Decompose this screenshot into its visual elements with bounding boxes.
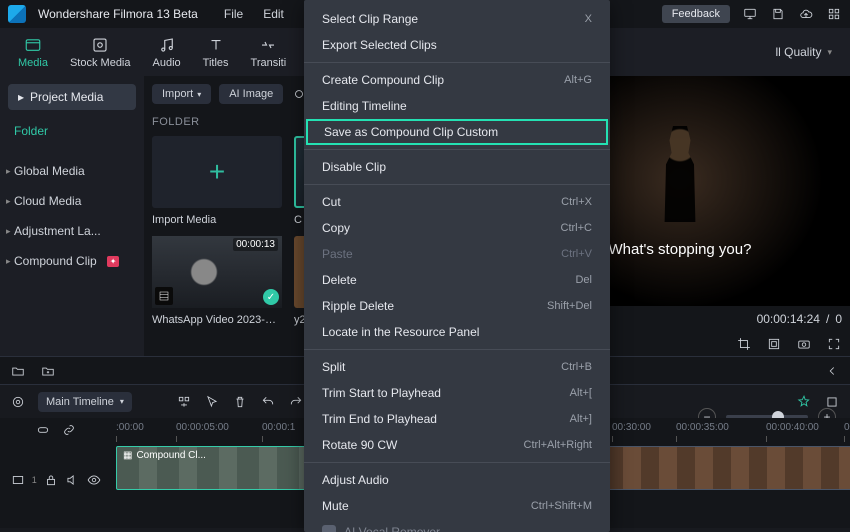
ctx-split[interactable]: SplitCtrl+B	[304, 354, 610, 380]
sidebar-item-cloud[interactable]: ▸Cloud Media	[0, 186, 144, 216]
ctx-paste: PasteCtrl+V	[304, 241, 610, 267]
compound-clip-icon: ▦	[123, 450, 132, 461]
sidebar: ▸ Project Media Folder ▸Global Media ▸Cl…	[0, 76, 144, 356]
thumb-import[interactable]: + Import Media	[152, 136, 282, 226]
video-track-icon[interactable]	[10, 472, 26, 488]
toggle-icon	[322, 525, 336, 532]
monitor-icon[interactable]	[742, 6, 758, 22]
ctx-ripple-delete[interactable]: Ripple DeleteShift+Del	[304, 293, 610, 319]
context-menu: Select Clip RangeXExport Selected Clips C…	[304, 0, 610, 532]
ctx-disable-clip[interactable]: Disable Clip	[304, 154, 610, 180]
ctx-trim-end-to-playhead[interactable]: Trim End to PlayheadAlt+]	[304, 406, 610, 432]
safe-zone-icon[interactable]	[766, 336, 782, 352]
transitions-icon	[258, 35, 278, 55]
ai-image-button[interactable]: AI Image	[219, 84, 283, 104]
ctx-locate-in-the-resource-panel[interactable]: Locate in the Resource Panel	[304, 319, 610, 345]
audio-icon	[157, 35, 177, 55]
titles-icon	[206, 35, 226, 55]
sidebar-item-compound[interactable]: ▸Compound Clip✦	[0, 246, 144, 276]
link-icon[interactable]	[35, 422, 51, 438]
preview-frame	[645, 126, 715, 222]
tab-titles[interactable]: Titles	[203, 35, 229, 69]
ctx-select-clip-range[interactable]: Select Clip RangeX	[304, 6, 610, 32]
ctx-delete[interactable]: DeleteDel	[304, 267, 610, 293]
chevron-down-icon: ▾	[827, 47, 832, 58]
target-icon[interactable]	[10, 394, 26, 410]
new-folder-icon[interactable]	[40, 363, 56, 379]
ctx-export-selected-clips[interactable]: Export Selected Clips	[304, 32, 610, 58]
tab-transitions[interactable]: Transiti	[251, 35, 287, 69]
ctx-adjust-audio[interactable]: Adjust Audio	[304, 467, 610, 493]
collapse-icon[interactable]	[824, 363, 840, 379]
stock-icon	[90, 35, 110, 55]
preview-overlay-text: What's stopping you?	[609, 241, 752, 258]
add-track-icon[interactable]	[176, 394, 192, 410]
eye-icon[interactable]	[86, 472, 102, 488]
ctx-trim-start-to-playhead[interactable]: Trim Start to PlayheadAlt+[	[304, 380, 610, 406]
mute-track-icon[interactable]	[65, 472, 81, 488]
film-icon	[155, 287, 173, 305]
app-logo	[8, 5, 26, 23]
cloud-upload-icon[interactable]	[798, 6, 814, 22]
menu-file[interactable]: File	[224, 7, 243, 21]
trash-icon[interactable]	[232, 394, 248, 410]
fullscreen-icon[interactable]	[826, 336, 842, 352]
tab-stock-media[interactable]: Stock Media	[70, 35, 131, 69]
redo-icon[interactable]	[288, 394, 304, 410]
tab-media[interactable]: Media	[18, 35, 48, 69]
duration-badge: 00:00:13	[233, 238, 278, 251]
ctx-copy[interactable]: CopyCtrl+C	[304, 215, 610, 241]
folder-heading: Folder	[0, 118, 144, 144]
menu-edit[interactable]: Edit	[263, 7, 284, 21]
new-badge: ✦	[107, 256, 120, 267]
ctx-mute[interactable]: MuteCtrl+Shift+M	[304, 493, 610, 519]
tab-audio[interactable]: Audio	[153, 35, 181, 69]
ctx-editing-timeline[interactable]: Editing Timeline	[304, 93, 610, 119]
lock-icon[interactable]	[43, 472, 59, 488]
plus-icon: +	[209, 156, 225, 188]
ctx-ai-vocal-remover[interactable]: AI Vocal Remover	[304, 519, 610, 532]
quality-dropdown[interactable]: ll Quality ▾	[775, 45, 832, 59]
undo-icon[interactable]	[260, 394, 276, 410]
crop-icon[interactable]	[736, 336, 752, 352]
import-dropdown[interactable]: Import▾	[152, 84, 211, 104]
sidebar-item-adjustment[interactable]: ▸Adjustment La...	[0, 216, 144, 246]
app-title: Wondershare Filmora 13 Beta	[38, 7, 198, 21]
ctx-rotate-90-cw[interactable]: Rotate 90 CWCtrl+Alt+Right	[304, 432, 610, 458]
media-icon	[23, 35, 43, 55]
folder-open-icon[interactable]	[10, 363, 26, 379]
timeline-clip-compound[interactable]: ▦ Compound Cl...	[116, 446, 316, 490]
thumb-video-1[interactable]: 00:00:13 ✓ WhatsApp Video 2023-10-05...	[152, 236, 282, 326]
project-media-button[interactable]: ▸ Project Media	[8, 84, 136, 110]
feedback-button[interactable]: Feedback	[662, 5, 730, 23]
ctx-cut[interactable]: CutCtrl+X	[304, 189, 610, 215]
check-icon: ✓	[263, 289, 279, 305]
snapshot-icon[interactable]	[796, 336, 812, 352]
save-icon[interactable]	[770, 6, 786, 22]
grid-icon[interactable]	[826, 6, 842, 22]
cursor-icon[interactable]	[204, 394, 220, 410]
chain-icon[interactable]	[61, 422, 77, 438]
main-timeline-dropdown[interactable]: Main Timeline▾	[38, 392, 132, 412]
ctx-save-as-compound-clip-custom[interactable]: Save as Compound Clip Custom	[306, 119, 608, 145]
folder-icon: ▸	[18, 90, 24, 104]
ctx-create-compound-clip[interactable]: Create Compound ClipAlt+G	[304, 67, 610, 93]
sidebar-item-global[interactable]: ▸Global Media	[0, 156, 144, 186]
